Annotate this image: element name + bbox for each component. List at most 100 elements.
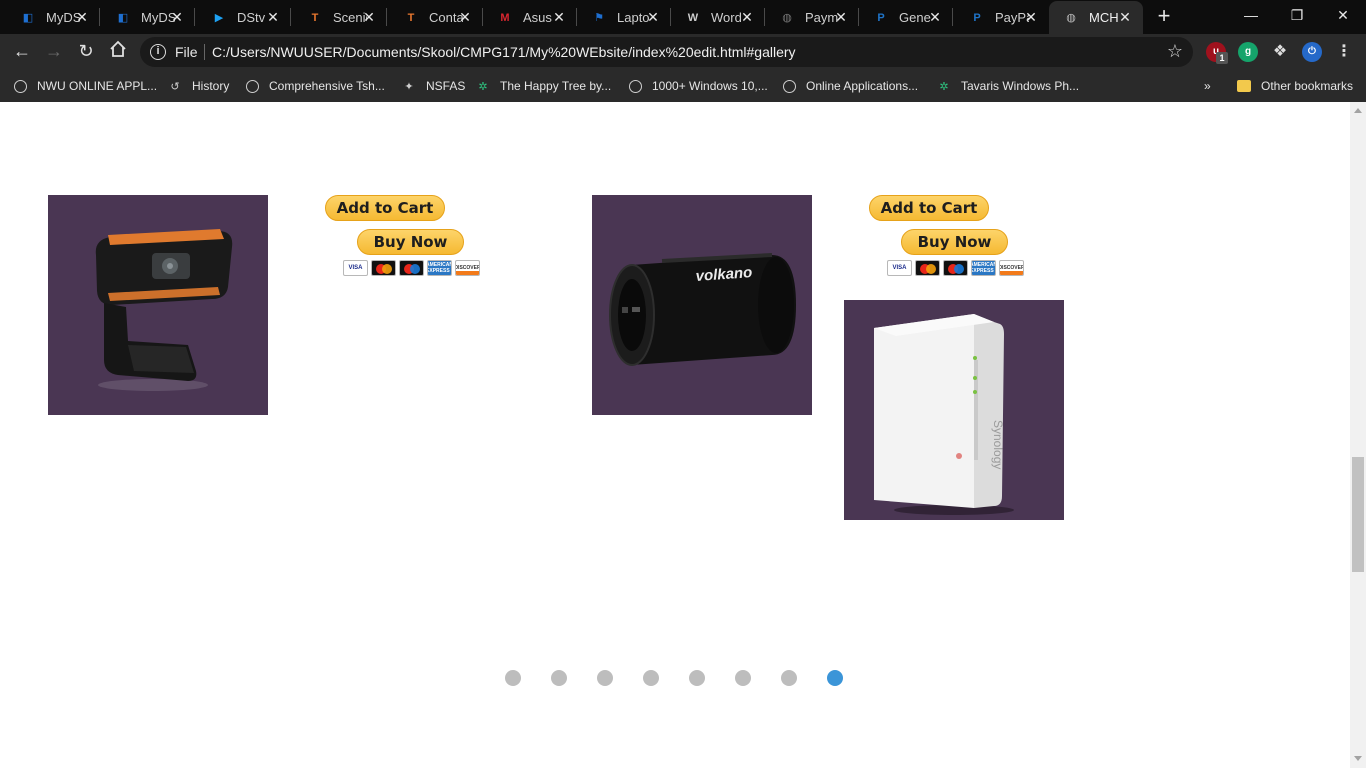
webcam-illustration	[95, 229, 233, 391]
address-bar[interactable]: i File C:/Users/NWUUSER/Documents/Skool/…	[140, 37, 1193, 67]
t-logo-icon: T	[311, 11, 319, 24]
bookmark-label: Online Applications...	[806, 79, 919, 93]
vertical-scrollbar[interactable]	[1350, 102, 1366, 768]
globe-icon: ◍	[1066, 12, 1076, 24]
bookmark-item[interactable]: ✲ The Happy Tree by...	[476, 76, 611, 96]
tab-separator	[194, 8, 195, 26]
tab-6[interactable]: ⚑ Lapto ✕	[577, 1, 671, 34]
slider-dot-4[interactable]	[643, 670, 659, 686]
grammarly-icon[interactable]: g	[1238, 42, 1258, 62]
slider-dot-3[interactable]	[597, 670, 613, 686]
slider-dots	[505, 670, 843, 686]
tab-9[interactable]: P Gene ✕	[859, 1, 953, 34]
nas-illustration: Synology	[874, 314, 1014, 515]
dstv-play-icon: ▶	[214, 12, 224, 24]
bookmark-item[interactable]: ✲ Tavaris Windows Ph...	[937, 76, 1079, 96]
bookmark-label: The Happy Tree by...	[500, 79, 612, 93]
scroll-down-arrow-icon[interactable]	[1354, 756, 1362, 761]
tab-0[interactable]: ◧ MyDS ✕	[6, 1, 100, 34]
nsfas-icon: ✦	[404, 80, 414, 93]
tab-close-icon[interactable]: ✕	[551, 9, 567, 25]
new-tab-button[interactable]: +	[1150, 5, 1178, 29]
bookmark-label: History	[192, 79, 230, 93]
bookmark-item[interactable]: ✦ NSFAS	[402, 76, 465, 96]
tab-11[interactable]: ◍ MCH ✕	[1049, 1, 1143, 34]
tab-4[interactable]: T Conta ✕	[389, 1, 483, 34]
tab-1[interactable]: ◧ MyDS ✕	[101, 1, 195, 34]
browser-chrome: ◧MyDS✕◧MyDS✕▶DStv✕TScenic✕TConta✕MAsus✕⚑…	[0, 0, 1366, 102]
home-icon	[110, 40, 126, 57]
tab-close-icon[interactable]: ✕	[265, 9, 281, 25]
bookmark-item[interactable]: NWU ONLINE APPL...	[14, 76, 157, 96]
tab-separator	[99, 8, 100, 26]
tab-close-icon[interactable]: ✕	[645, 9, 661, 25]
slider-dot-8[interactable]	[827, 670, 843, 686]
history-icon: ↺	[170, 80, 180, 93]
tab-7[interactable]: W Word ✕	[671, 1, 765, 34]
tab-separator	[290, 8, 291, 26]
tab-3[interactable]: TScenic✕	[293, 1, 387, 34]
discover-icon: DISCOVER	[999, 260, 1024, 276]
menu-icon[interactable]: ⋮	[1334, 42, 1354, 62]
mydsl-icon: ◧	[117, 12, 129, 24]
tab-close-icon[interactable]: ✕	[74, 9, 90, 25]
buy-now-button-1[interactable]: Buy Now	[357, 229, 464, 255]
paypal-icon: P	[973, 11, 981, 24]
other-bookmarks[interactable]: Other bookmarks	[1237, 76, 1353, 96]
add-to-cart-button-2[interactable]: Add to Cart	[869, 195, 989, 221]
home-button[interactable]	[105, 40, 131, 64]
slider-dot-1[interactable]	[505, 670, 521, 686]
ublock-icon[interactable]: u 1	[1206, 42, 1228, 64]
discover-icon: DISCOVER	[455, 260, 480, 276]
tab-close-icon[interactable]: ✕	[457, 9, 473, 25]
restore-button[interactable]: ❐	[1274, 0, 1320, 32]
tab-close-icon[interactable]: ✕	[1117, 9, 1133, 25]
speaker-image[interactable]: volkano	[592, 195, 812, 415]
extension-badge: 1	[1216, 52, 1228, 64]
globe-icon	[246, 79, 259, 93]
forward-button[interactable]: →	[41, 40, 67, 64]
close-window-button[interactable]: ✕	[1320, 0, 1366, 32]
payment-cards-1: VISA AMERICAN EXPRESS DISCOVER	[343, 260, 480, 276]
scrollbar-thumb[interactable]	[1352, 457, 1364, 572]
paypal-icon: P	[877, 11, 885, 24]
tab-10[interactable]: PPayPa✕	[955, 1, 1049, 34]
bookmark-item[interactable]: ↺ History	[168, 76, 229, 96]
power-icon[interactable]: ⏻	[1302, 42, 1322, 62]
tab-close-icon[interactable]: ✕	[361, 9, 377, 25]
folder-icon	[1237, 80, 1251, 92]
tab-close-icon[interactable]: ✕	[1023, 9, 1039, 25]
scheme-label: File	[175, 44, 198, 60]
scroll-up-arrow-icon[interactable]	[1354, 108, 1362, 113]
minimize-button[interactable]: —	[1228, 0, 1274, 32]
url-text[interactable]: C:/Users/NWUUSER/Documents/Skool/CMPG171…	[212, 44, 796, 60]
slider-dot-5[interactable]	[689, 670, 705, 686]
tab-close-icon[interactable]: ✕	[927, 9, 943, 25]
webcam-image[interactable]	[48, 195, 268, 415]
tab-close-icon[interactable]: ✕	[169, 9, 185, 25]
back-button[interactable]: ←	[9, 40, 35, 64]
flag-icon: ⚑	[594, 12, 604, 24]
bookmark-item[interactable]: Online Applications...	[783, 76, 918, 96]
bookmark-star-icon[interactable]: ☆	[1167, 41, 1183, 62]
bookmarks-overflow-button[interactable]: »	[1204, 76, 1211, 96]
tab-5[interactable]: M Asus ✕	[483, 1, 577, 34]
maestro-icon	[943, 260, 968, 276]
maestro-icon	[399, 260, 424, 276]
tab-8[interactable]: ◍ Paym ✕	[765, 1, 859, 34]
tab-close-icon[interactable]: ✕	[833, 9, 849, 25]
nas-image[interactable]: Synology	[844, 300, 1064, 520]
add-to-cart-button-1[interactable]: Add to Cart	[325, 195, 445, 221]
buy-now-button-2[interactable]: Buy Now	[901, 229, 1008, 255]
bookmark-label: NWU ONLINE APPL...	[37, 79, 158, 93]
slider-dot-2[interactable]	[551, 670, 567, 686]
puzzle-icon[interactable]: ❖	[1270, 42, 1290, 62]
reload-button[interactable]: ↻	[73, 40, 99, 64]
tab-close-icon[interactable]: ✕	[739, 9, 755, 25]
bookmark-item[interactable]: Comprehensive Tsh...	[246, 76, 385, 96]
tab-2[interactable]: ▶ DStv ✕	[197, 1, 291, 34]
slider-dot-6[interactable]	[735, 670, 751, 686]
slider-dot-7[interactable]	[781, 670, 797, 686]
bookmark-item[interactable]: 1000+ Windows 10,...	[629, 76, 768, 96]
info-icon[interactable]: i	[150, 44, 166, 60]
